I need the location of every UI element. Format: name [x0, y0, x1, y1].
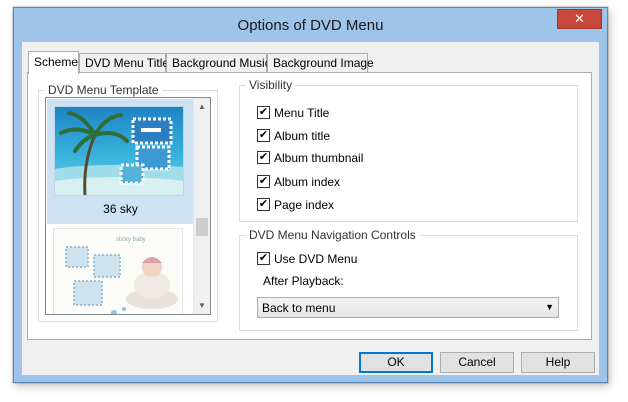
- close-icon: ✕: [574, 11, 585, 26]
- after-playback-label: After Playback:: [263, 274, 344, 288]
- check-icon[interactable]: ✔: [257, 175, 270, 188]
- template-group-legend: DVD Menu Template: [45, 83, 162, 97]
- close-button[interactable]: ✕: [557, 9, 602, 29]
- tab-dvd-menu-title[interactable]: DVD Menu Title: [79, 53, 169, 73]
- after-playback-value: Back to menu: [262, 301, 336, 315]
- title-bar[interactable]: Options of DVD Menu ✕: [14, 8, 607, 43]
- visibility-legend: Visibility: [246, 78, 296, 92]
- scheme-panel: DVD Menu Template 36 sky sticky baby ▲ ▼…: [27, 72, 592, 340]
- template-thumbnail-sky: [54, 106, 184, 196]
- navigation-group: DVD Menu Navigation Controls ✔ Use DVD M…: [239, 228, 578, 331]
- tab-background-image[interactable]: Background Image: [267, 53, 374, 73]
- template-item-label: 36 sky: [103, 202, 138, 216]
- check-icon[interactable]: ✔: [257, 129, 270, 142]
- check-icon[interactable]: ✔: [257, 151, 270, 164]
- checkbox-label: Album title: [274, 129, 331, 143]
- check-icon[interactable]: ✔: [257, 198, 270, 211]
- ok-button[interactable]: OK: [359, 352, 433, 373]
- beach-thumbnail-image: [55, 107, 183, 195]
- scroll-thumb[interactable]: [196, 218, 208, 236]
- template-scrollbar[interactable]: ▲ ▼: [193, 98, 210, 314]
- checkbox-label: Menu Title: [274, 106, 330, 120]
- dialog-client-area: Scheme DVD Menu Title Background Music B…: [22, 42, 599, 375]
- check-icon[interactable]: ✔: [257, 106, 270, 119]
- scroll-down-icon[interactable]: ▼: [194, 297, 210, 314]
- tab-scheme[interactable]: Scheme: [28, 51, 79, 74]
- checkbox-label: Use DVD Menu: [274, 252, 358, 266]
- tab-background-music[interactable]: Background Music: [166, 53, 271, 73]
- checkbox-label: Album thumbnail: [274, 151, 364, 165]
- after-playback-select[interactable]: Back to menu ▼: [257, 297, 559, 318]
- help-button[interactable]: Help: [521, 352, 595, 373]
- template-list[interactable]: 36 sky sticky baby ▲ ▼: [45, 97, 211, 315]
- chevron-down-icon: ▼: [545, 302, 554, 312]
- checkbox-label: Album index: [274, 175, 341, 189]
- visibility-group: Visibility ✔ Menu Title ✔ Album title ✔ …: [239, 78, 578, 222]
- thumbnail-caption: sticky baby: [116, 237, 146, 243]
- template-thumbnail-baby[interactable]: sticky baby: [53, 228, 183, 314]
- scroll-up-icon[interactable]: ▲: [194, 98, 210, 115]
- cancel-button[interactable]: Cancel: [440, 352, 514, 373]
- check-icon[interactable]: ✔: [257, 252, 270, 265]
- template-item-selected[interactable]: 36 sky: [47, 99, 194, 224]
- checkbox-label: Page index: [274, 198, 335, 212]
- window-title: Options of DVD Menu: [237, 17, 384, 34]
- dialog-window: Options of DVD Menu ✕ Scheme DVD Menu Ti…: [13, 7, 608, 383]
- navigation-legend: DVD Menu Navigation Controls: [246, 228, 419, 242]
